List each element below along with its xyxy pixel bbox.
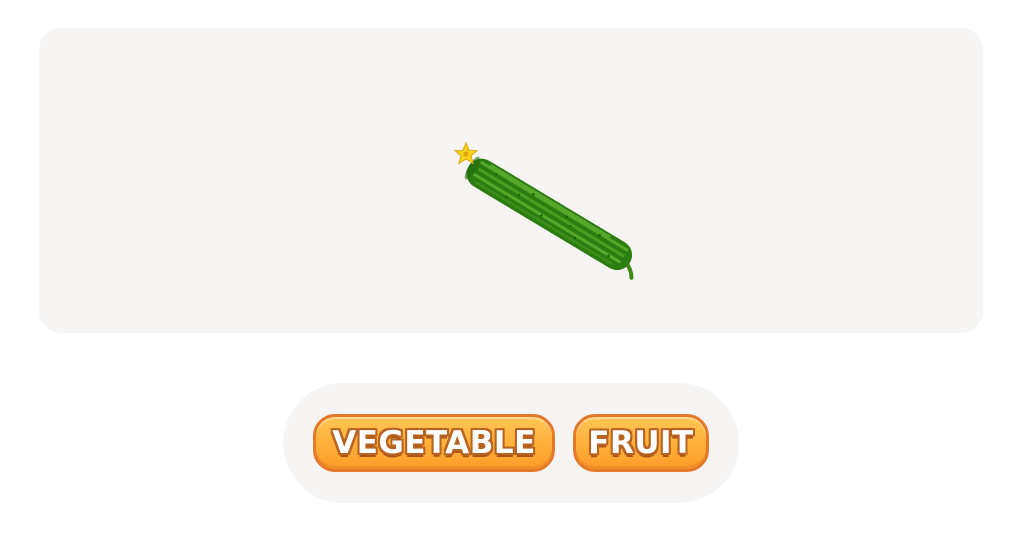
cucumber-image (453, 141, 634, 280)
fruit-button-label: FRUIT (588, 425, 694, 461)
vegetable-button-label: VEGETABLE (332, 425, 536, 461)
game-stage: VEGETABLE FRUIT (0, 0, 1022, 533)
prompt-image-panel (39, 28, 983, 333)
answer-bar: VEGETABLE FRUIT (283, 383, 739, 503)
vegetable-button[interactable]: VEGETABLE (313, 414, 555, 472)
fruit-button[interactable]: FRUIT (573, 414, 709, 472)
